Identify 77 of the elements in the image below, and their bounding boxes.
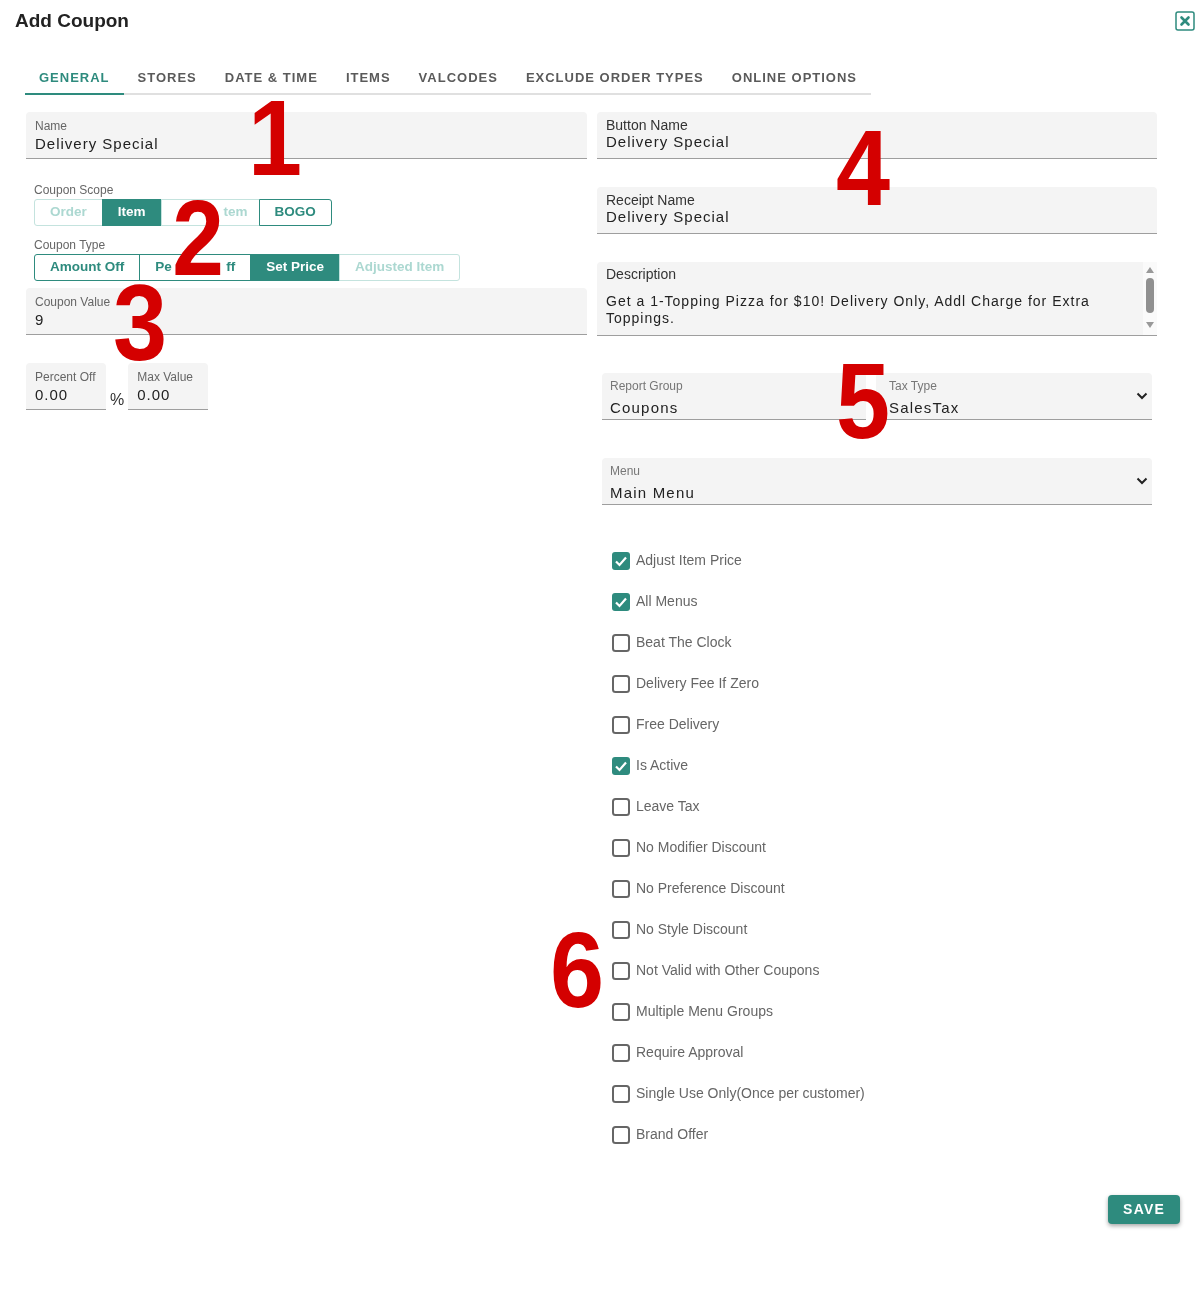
field-label: Name [35, 119, 68, 133]
checkbox-label: No Style Discount [636, 921, 748, 938]
field-value: Main Menu [610, 484, 696, 502]
tab[interactable]: VALCODES [404, 59, 512, 95]
checkbox-label: Multiple Menu Groups [636, 1003, 773, 1020]
tab[interactable]: EXCLUDE ORDER TYPES [511, 59, 718, 95]
checkbox[interactable] [612, 633, 630, 652]
percent-sign: % [110, 391, 125, 409]
field-value: 9 [35, 311, 46, 329]
field-value: SalesTax [889, 399, 961, 417]
close-icon[interactable] [1175, 11, 1195, 31]
field-value: Coupons [610, 399, 680, 417]
menu-select[interactable]: Menu Main Menu [602, 458, 1152, 505]
segment-button[interactable]: Amount Off [34, 254, 141, 281]
checkbox[interactable] [612, 797, 630, 816]
checkbox-label: Beat The Clock [636, 634, 732, 651]
tab[interactable]: GENERAL [25, 59, 124, 95]
checkbox[interactable] [612, 674, 630, 693]
tab[interactable]: ONLINE OPTIONS [717, 59, 872, 95]
field-value: Delivery Special [606, 208, 731, 226]
checkbox[interactable] [612, 1043, 630, 1062]
section-label: Coupon Scope [34, 183, 114, 197]
tab[interactable]: ITEMS [331, 59, 405, 95]
checkbox[interactable] [612, 756, 630, 775]
checkbox-label: No Preference Discount [636, 880, 785, 897]
scrollbar-thumb[interactable] [1146, 278, 1154, 313]
field-label: Coupon Value [35, 295, 112, 309]
field-value: 0.00 [137, 386, 172, 404]
max-value-field[interactable]: Max Value 0.00 [128, 363, 209, 410]
checkbox-label: Single Use Only(Once per customer) [636, 1085, 865, 1102]
field-value: 0.00 [35, 386, 70, 404]
scroll-up-icon[interactable] [1146, 267, 1154, 273]
annotation-number: 6 [551, 931, 603, 1008]
field-label: Button Name [606, 117, 689, 133]
checkbox[interactable] [612, 1002, 630, 1021]
field-label: Description [606, 266, 678, 282]
segment-button[interactable]: Set Price [250, 254, 341, 281]
checkbox-label: Adjust Item Price [636, 552, 742, 569]
checkbox[interactable] [612, 551, 630, 570]
chevron-down-icon [1136, 392, 1148, 400]
checkbox-label: All Menus [636, 593, 698, 610]
checkbox-label: Brand Offer [636, 1126, 709, 1143]
chevron-down-icon [1136, 477, 1148, 485]
field-label: Percent Off [35, 370, 97, 384]
tab[interactable]: DATE & TIME [210, 59, 332, 95]
checkbox[interactable] [612, 592, 630, 611]
field-label: Max Value [137, 370, 195, 384]
field-label: Receipt Name [606, 192, 696, 208]
field-value: Delivery Special [606, 133, 731, 151]
checkbox[interactable] [612, 961, 630, 980]
field-value: Get a 1-Topping Pizza for $10! Delivery Only, Addl Charge for Extra Toppings. [606, 293, 1091, 327]
checkbox[interactable] [612, 920, 630, 939]
checkbox-label: Require Approval [636, 1044, 744, 1061]
checkbox-label: Not Valid with Other Coupons [636, 962, 820, 979]
field-label: Tax Type [889, 379, 938, 393]
scroll-down-icon[interactable] [1146, 322, 1154, 328]
checkbox-label: No Modifier Discount [636, 839, 766, 856]
checkbox[interactable] [612, 1084, 630, 1103]
field-value: Delivery Special [35, 135, 160, 153]
checkbox[interactable] [612, 715, 630, 734]
segment-button[interactable]: BOGO [258, 199, 332, 226]
checkbox-label: Leave Tax [636, 798, 700, 815]
tab[interactable]: STORES [123, 59, 211, 95]
save-button[interactable]: SAVE [1108, 1195, 1180, 1224]
checkbox-label: Is Active [636, 757, 689, 774]
percent-off-field[interactable]: Percent Off 0.00 [26, 363, 106, 410]
dialog-title: Add Coupon [15, 9, 129, 33]
field-label: Report Group [610, 379, 684, 393]
checkbox-label: Delivery Fee If Zero [636, 675, 759, 692]
checkbox[interactable] [612, 838, 630, 857]
field-label: Menu [610, 464, 642, 478]
checkbox[interactable] [612, 1125, 630, 1144]
segment-button[interactable]: Item [101, 199, 162, 226]
description-field[interactable]: Description Get a 1-Topping Pizza for $10! Delivery Only, Addl Charge for Extra Toppings. [597, 262, 1157, 336]
section-label: Coupon Type [34, 238, 106, 252]
checkbox[interactable] [612, 879, 630, 898]
checkbox-label: Free Delivery [636, 716, 720, 733]
